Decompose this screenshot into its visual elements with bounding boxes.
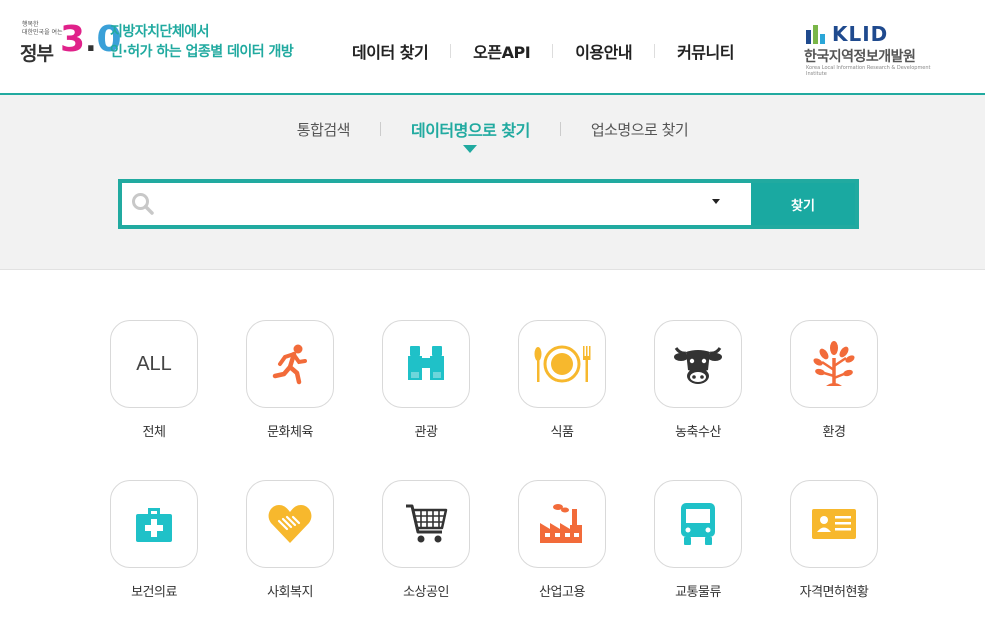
category-food-tile[interactable] bbox=[518, 320, 606, 408]
nav-community[interactable]: 커뮤니티 bbox=[655, 39, 756, 63]
category-label: 산업고용 bbox=[539, 585, 585, 600]
category-small-business-tile[interactable] bbox=[382, 480, 470, 568]
category-environment[interactable]: 환경 bbox=[790, 320, 880, 460]
category-label: 사회복지 bbox=[267, 585, 313, 600]
search-box: 찾기 bbox=[118, 179, 859, 229]
category-transport-logistics[interactable]: 교통물류 bbox=[654, 480, 744, 620]
category-label: 전체 bbox=[142, 425, 166, 440]
tagline-line2: 인·허가 하는 업종별 데이터 개방 bbox=[110, 44, 294, 60]
shopping-cart-icon bbox=[406, 504, 448, 543]
heart-handshake-icon bbox=[268, 505, 312, 543]
category-industry-employment[interactable]: 산업고용 bbox=[518, 480, 608, 620]
category-food[interactable]: 식품 bbox=[518, 320, 608, 460]
category-welfare-tile[interactable] bbox=[246, 480, 334, 568]
klid-symbol-icon bbox=[806, 25, 825, 44]
tree-icon bbox=[813, 341, 855, 386]
category-label: 교통물류 bbox=[675, 585, 721, 600]
category-label: 문화체육 bbox=[267, 425, 313, 440]
category-label: 식품 bbox=[550, 425, 574, 440]
site-header: 행복한 대한민국을 여는 정부 3.0 지방자치단체에서 인·허가 하는 업종별… bbox=[0, 0, 985, 95]
tagline-line1: 지방자치단체에서 bbox=[110, 24, 210, 40]
klid-korean-name: 한국지역정보개발원 bbox=[804, 49, 916, 65]
first-aid-kit-icon bbox=[136, 508, 172, 542]
nav-open-api[interactable]: 오픈API bbox=[451, 39, 552, 63]
search-button[interactable]: 찾기 bbox=[751, 183, 855, 225]
category-transport-logistics-tile[interactable] bbox=[654, 480, 742, 568]
klid-english-name: Korea Local Information Research & Devel… bbox=[806, 65, 931, 77]
category-welfare[interactable]: 사회복지 bbox=[246, 480, 336, 620]
search-dropdown-arrow-icon[interactable] bbox=[712, 199, 720, 204]
tab-integrated-search[interactable]: 통합검색 bbox=[267, 119, 380, 140]
category-label: 농축수산 bbox=[675, 425, 721, 440]
main-nav: 데이터 찾기 오픈API 이용안내 커뮤니티 bbox=[330, 38, 756, 64]
category-culture-sports[interactable]: 문화체육 bbox=[246, 320, 336, 460]
category-label: 관광 bbox=[414, 425, 438, 440]
binoculars-icon bbox=[408, 346, 444, 380]
plate-cutlery-icon bbox=[534, 345, 591, 383]
running-person-icon bbox=[272, 344, 307, 385]
category-license-status-tile[interactable] bbox=[790, 480, 878, 568]
all-text-icon: ALL bbox=[136, 352, 172, 375]
category-label: 자격면허현황 bbox=[799, 585, 869, 600]
tab-search-by-data-name-label: 데이터명으로 찾기 bbox=[410, 121, 530, 140]
tab-search-by-business-name[interactable]: 업소명으로 찾기 bbox=[561, 119, 718, 140]
nav-data-search[interactable]: 데이터 찾기 bbox=[330, 39, 450, 63]
gov-logo-small-line2: 대한민국을 여는 bbox=[22, 29, 63, 36]
bus-icon bbox=[681, 503, 715, 545]
category-agriculture-tile[interactable] bbox=[654, 320, 742, 408]
gov-logo-word: 정부 bbox=[20, 43, 54, 65]
category-tourism-tile[interactable] bbox=[382, 320, 470, 408]
active-tab-caret-icon bbox=[463, 145, 478, 153]
category-environment-tile[interactable] bbox=[790, 320, 878, 408]
tab-search-by-data-name[interactable]: 데이터명으로 찾기 bbox=[381, 117, 560, 153]
factory-icon bbox=[540, 504, 582, 543]
search-tabs: 통합검색 데이터명으로 찾기 업소명으로 찾기 bbox=[0, 117, 985, 153]
category-all[interactable]: ALL 전체 bbox=[110, 320, 200, 460]
site-tagline: 지방자치단체에서 인·허가 하는 업종별 데이터 개방 bbox=[110, 22, 294, 62]
category-agriculture[interactable]: 농축수산 bbox=[654, 320, 744, 460]
klid-mark: KLID bbox=[832, 22, 889, 46]
category-health-tile[interactable] bbox=[110, 480, 198, 568]
category-label: 소상공인 bbox=[403, 585, 449, 600]
category-all-tile[interactable]: ALL bbox=[110, 320, 198, 408]
nav-guide[interactable]: 이용안내 bbox=[553, 39, 654, 63]
category-culture-sports-tile[interactable] bbox=[246, 320, 334, 408]
search-input[interactable] bbox=[164, 187, 744, 221]
gov-logo-small-line1: 행복한 bbox=[22, 21, 39, 28]
search-section: 통합검색 데이터명으로 찾기 업소명으로 찾기 찾기 bbox=[0, 95, 985, 270]
klid-logo[interactable]: KLID 한국지역정보개발원 Korea Local Information R… bbox=[800, 20, 940, 77]
category-license-status[interactable]: 자격면허현황 bbox=[790, 480, 880, 620]
category-small-business[interactable]: 소상공인 bbox=[382, 480, 472, 620]
cow-icon bbox=[674, 347, 722, 384]
category-label: 환경 bbox=[822, 425, 846, 440]
category-tourism[interactable]: 관광 bbox=[382, 320, 472, 460]
government-3-0-logo[interactable]: 행복한 대한민국을 여는 정부 3.0 bbox=[18, 18, 122, 66]
category-industry-employment-tile[interactable] bbox=[518, 480, 606, 568]
search-icon bbox=[132, 193, 154, 215]
category-label: 보건의료 bbox=[131, 585, 177, 600]
category-health[interactable]: 보건의료 bbox=[110, 480, 200, 620]
id-card-icon bbox=[812, 509, 856, 539]
category-grid: ALL 전체 문화체육 관광 식품 농축수산 환경 보건의료 사회복지 소상공인… bbox=[110, 320, 880, 620]
